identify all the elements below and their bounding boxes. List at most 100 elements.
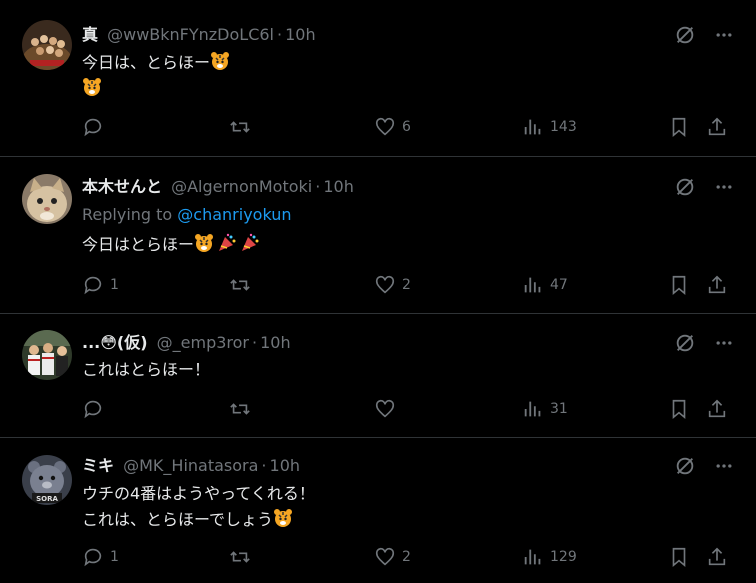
reply-button[interactable] xyxy=(82,116,110,138)
user-handle[interactable]: @AlgernonMotoki xyxy=(171,177,312,196)
display-name[interactable]: 本木せんと xyxy=(82,177,162,196)
tweet-text-line: これは、とらほーでしょう xyxy=(82,510,274,529)
players-avatar-icon xyxy=(22,330,72,380)
party-popper-icon xyxy=(217,233,237,253)
share-button[interactable] xyxy=(706,398,728,420)
share-icon xyxy=(708,547,726,566)
tweet-4[interactable]: SORA ミキ @MK_Hinatasora · 10h ウチの4番はようやってくれ… xyxy=(0,437,756,583)
tweet-top-icons xyxy=(674,176,734,198)
views-button[interactable]: 143 xyxy=(522,116,577,138)
share-button[interactable] xyxy=(706,274,728,296)
reply-icon xyxy=(84,400,102,419)
bookmark-button[interactable] xyxy=(668,398,690,420)
reply-icon xyxy=(84,548,102,567)
tweet-text: 今日は、とらほー xyxy=(82,50,230,102)
avatar[interactable] xyxy=(22,20,72,70)
tweet-top-icons xyxy=(674,332,734,354)
retweet-button[interactable] xyxy=(228,116,252,138)
heart-icon xyxy=(375,399,395,418)
more-options-icon[interactable] xyxy=(714,456,734,476)
avatar[interactable] xyxy=(22,174,72,224)
like-button[interactable]: 6 xyxy=(374,116,411,138)
heart-icon xyxy=(375,547,395,566)
grok-icon[interactable] xyxy=(674,24,696,46)
user-handle[interactable]: @MK_Hinatasora xyxy=(123,456,258,475)
tweet-actions: 31 xyxy=(82,398,734,422)
replying-to-label: Replying to xyxy=(82,205,173,224)
tweet-1[interactable]: 真 @wwBknFYnzDoLC6l · 10h 今日は、とらほー 6 143 xyxy=(0,0,756,156)
timestamp[interactable]: 10h xyxy=(260,333,291,352)
grok-icon[interactable] xyxy=(674,176,696,198)
tiger-emoji-icon xyxy=(273,508,293,528)
avatar[interactable] xyxy=(22,330,72,380)
grok-icon[interactable] xyxy=(674,455,696,477)
retweet-button[interactable] xyxy=(228,398,252,420)
retweet-icon xyxy=(230,403,250,415)
like-count: 2 xyxy=(402,277,411,293)
like-button[interactable] xyxy=(374,398,402,420)
tweet-header: ...😳(仮) @_emp3ror · 10h xyxy=(82,332,291,354)
like-count: 2 xyxy=(402,549,411,565)
tweet-text-line: ウチの4番はようやってくれる！ xyxy=(82,484,315,503)
tweet-header: 本木せんと @AlgernonMotoki · 10h xyxy=(82,176,354,198)
heart-icon xyxy=(375,117,395,136)
tweet-3[interactable]: ...😳(仮) @_emp3ror · 10h これはとらほー！ 31 xyxy=(0,313,756,437)
retweet-button[interactable] xyxy=(228,546,252,568)
views-button[interactable]: 31 xyxy=(522,398,568,420)
grok-icon[interactable] xyxy=(674,332,696,354)
more-options-icon[interactable] xyxy=(714,25,734,45)
analytics-icon xyxy=(524,401,541,417)
tweet-top-icons xyxy=(674,455,734,477)
reply-button[interactable]: 1 xyxy=(82,546,119,568)
reply-count: 1 xyxy=(110,277,119,293)
user-handle[interactable]: @_emp3ror xyxy=(157,333,249,352)
separator-dot: · xyxy=(315,177,321,196)
replying-to-handle[interactable]: @chanriyokun xyxy=(177,205,291,224)
view-count: 143 xyxy=(550,119,577,135)
timestamp[interactable]: 10h xyxy=(323,177,354,196)
tweet-text-line: 今日は、とらほー xyxy=(82,53,211,72)
bear-sora-avatar-icon: SORA xyxy=(22,455,72,505)
share-icon xyxy=(708,117,726,136)
tweet-actions: 6 143 xyxy=(82,116,734,140)
tiger-emoji-icon xyxy=(210,51,230,71)
user-handle[interactable]: @wwBknFYnzDoLC6l xyxy=(107,25,274,44)
timestamp[interactable]: 10h xyxy=(270,456,301,475)
share-button[interactable] xyxy=(706,116,728,138)
bookmark-button[interactable] xyxy=(668,116,690,138)
tweet-2[interactable]: 本木せんと @AlgernonMotoki · 10h Replying to @c… xyxy=(0,156,756,313)
bookmark-button[interactable] xyxy=(668,274,690,296)
reply-count: 1 xyxy=(110,549,119,565)
display-name[interactable]: 真 xyxy=(82,25,98,44)
reply-button[interactable] xyxy=(82,398,110,420)
like-count: 6 xyxy=(402,119,411,135)
tweet-header: ミキ @MK_Hinatasora · 10h xyxy=(82,455,300,477)
share-button[interactable] xyxy=(706,546,728,568)
display-name[interactable]: ミキ xyxy=(82,456,114,475)
like-button[interactable]: 2 xyxy=(374,274,411,296)
bookmark-icon xyxy=(672,547,686,568)
avatar[interactable]: SORA xyxy=(22,455,72,505)
retweet-icon xyxy=(230,121,250,133)
avatar-text: SORA xyxy=(36,495,58,503)
display-name[interactable]: ...😳(仮) xyxy=(82,333,148,352)
bookmark-button[interactable] xyxy=(668,546,690,568)
tweet-actions: 1 2 129 xyxy=(82,546,734,570)
tweet-text: 今日はとらほー xyxy=(82,232,260,258)
views-button[interactable]: 129 xyxy=(522,546,577,568)
tweet-text-line: これはとらほー！ xyxy=(82,360,211,379)
like-button[interactable]: 2 xyxy=(374,546,411,568)
tweet-actions: 1 2 47 xyxy=(82,274,734,298)
retweet-icon xyxy=(230,279,250,291)
reply-button[interactable]: 1 xyxy=(82,274,119,296)
timeline-feed: 真 @wwBknFYnzDoLC6l · 10h 今日は、とらほー 6 143 … xyxy=(0,0,756,583)
share-icon xyxy=(708,399,726,418)
separator-dot: · xyxy=(261,456,267,475)
views-button[interactable]: 47 xyxy=(522,274,568,296)
more-options-icon[interactable] xyxy=(714,333,734,353)
retweet-button[interactable] xyxy=(228,274,252,296)
tweet-top-icons xyxy=(674,24,734,46)
timestamp[interactable]: 10h xyxy=(285,25,316,44)
analytics-icon xyxy=(524,119,541,135)
more-options-icon[interactable] xyxy=(714,177,734,197)
